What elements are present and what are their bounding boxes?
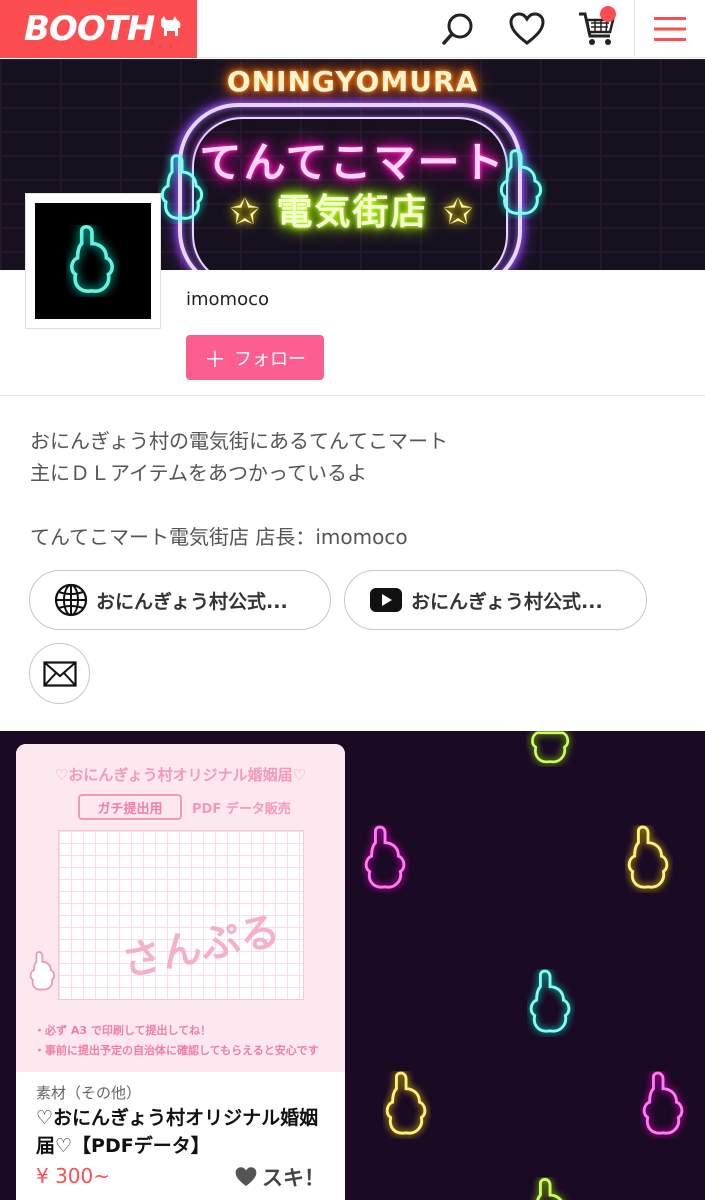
youtube-icon <box>370 588 402 612</box>
mail-button[interactable] <box>29 643 90 704</box>
globe-icon <box>54 583 88 617</box>
neon-bunny-icon <box>642 1071 684 1135</box>
star-icon: ✩ <box>443 192 476 233</box>
booth-logo[interactable]: BOOTH <box>0 0 197 58</box>
image-title: ♡おにんぎょう村オリジナル婚姻届♡ <box>54 766 307 784</box>
logo-text: BOOTH <box>24 9 155 49</box>
website-link-button[interactable]: おにんぎょう村公式... <box>29 570 331 630</box>
menu-icon <box>654 17 686 41</box>
neon-bunny-icon <box>499 149 543 215</box>
link-label: おにんぎょう村公式... <box>96 590 288 613</box>
product-price: ¥ 300~ <box>36 1164 111 1188</box>
follow-button[interactable]: ＋ フォロー <box>186 335 324 380</box>
neon-bunny-icon <box>385 1071 427 1135</box>
cart-badge <box>600 6 616 22</box>
like-label: スキ！ <box>262 1166 325 1190</box>
product-title[interactable]: ♡おにんぎょう村オリジナル婚姻届♡【PDFデータ】 <box>36 1104 332 1160</box>
neon-bunny-icon <box>160 154 204 220</box>
banner-sub-text: 電気街店 <box>276 192 429 233</box>
neon-bunny-icon <box>627 825 669 889</box>
description-line: てんてこマート電気街店 店長：imomoco <box>30 525 408 549</box>
product-image[interactable]: ♡おにんぎょう村オリジナル婚姻届♡ ガチ提出用 PDF データ販売 さんぷる ・… <box>16 744 345 1072</box>
image-tag: PDF データ販売 <box>192 802 291 817</box>
product-category[interactable]: 素材（その他） <box>36 1082 141 1103</box>
shop-name[interactable]: imomoco <box>186 289 269 310</box>
banner-main-text: てんてこマート <box>199 138 506 187</box>
plus-icon: ＋ <box>203 347 226 373</box>
cat-icon <box>158 16 182 42</box>
neon-bunny-icon <box>364 825 406 889</box>
menu-button[interactable] <box>634 0 705 58</box>
link-label: おにんぎょう村公式... <box>411 590 603 613</box>
search-icon[interactable] <box>433 4 483 54</box>
envelope-icon <box>42 660 77 687</box>
description-line: おにんぎょう村の電気街にあるてんてこマート <box>30 429 448 453</box>
image-note: ・必ず A3 で印刷して提出してね！ <box>34 1024 212 1037</box>
cart-icon[interactable] <box>572 4 622 54</box>
like-button[interactable]: スキ！ <box>234 1162 325 1192</box>
shop-avatar[interactable] <box>25 193 161 329</box>
neon-bunny-icon <box>536 1178 563 1200</box>
header: BOOTH <box>0 0 705 58</box>
product-card[interactable]: ♡おにんぎょう村オリジナル婚姻届♡ ガチ提出用 PDF データ販売 さんぷる ・… <box>16 744 345 1200</box>
neon-bunny-icon <box>70 225 114 293</box>
heart-icon <box>235 1167 257 1187</box>
description-line: 主にＤＬアイテムをあつかっているよ <box>30 461 367 485</box>
heart-icon[interactable] <box>502 4 552 54</box>
star-icon: ✩ <box>229 192 262 233</box>
neon-bunny-icon <box>529 969 571 1033</box>
follow-label: フォロー <box>234 348 306 370</box>
image-tag: ガチ提出用 <box>78 794 182 820</box>
image-note: ・事前に提出予定の自治体に確認してもらえると安心です <box>34 1044 319 1057</box>
neon-bunny-icon <box>531 731 570 764</box>
bunny-icon <box>29 951 56 991</box>
shop-description: おにんぎょう村の電気街にあるてんてこマート 主にＤＬアイテムをあつかっているよ … <box>30 425 448 553</box>
youtube-link-button[interactable]: おにんぎょう村公式... <box>344 570 647 630</box>
banner-top-text: ONINGYOMURA <box>226 65 479 98</box>
divider <box>0 395 705 396</box>
